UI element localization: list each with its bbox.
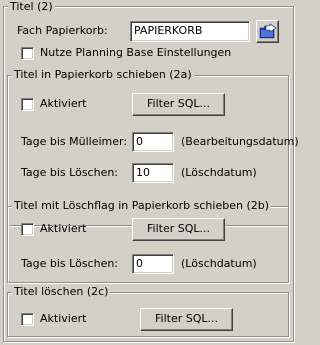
group-2a-muelleimer-input[interactable]: 0	[132, 132, 174, 152]
group-2a-loeschen-input[interactable]: 10	[132, 163, 174, 183]
group-2a-loeschen-label: Tage bis Löschen:	[21, 166, 119, 179]
group-2b-filter-sql-button[interactable]: Filter SQL...	[132, 218, 225, 241]
planning-base-checkbox[interactable]	[21, 47, 34, 60]
group-2a-loeschen-hint: (Löschdatum)	[181, 166, 257, 179]
fach-papierkorb-input[interactable]: PAPIERKORB	[130, 21, 250, 42]
group-2b-loeschen-hint: (Löschdatum)	[181, 257, 257, 270]
group-2b-title: Titel mit Löschflag in Papierkorb schieb…	[12, 199, 272, 212]
group-2a-aktiviert-checkbox[interactable]	[21, 98, 34, 111]
group-2a-muelleimer-hint: (Bearbeitungsdatum)	[181, 135, 299, 148]
outer-group-title: Titel (2)	[8, 0, 55, 13]
folder-arrow-icon	[259, 23, 277, 39]
group-2c-aktiviert-label: Aktiviert	[40, 312, 87, 325]
group-2c-title: Titel löschen (2c)	[12, 285, 111, 298]
group-2a-filter-sql-button[interactable]: Filter SQL...	[132, 93, 225, 116]
group-2a-title: Titel in Papierkorb schieben (2a)	[12, 68, 194, 81]
group-2b-aktiviert-label: Aktiviert	[40, 222, 87, 235]
planning-base-label: Nutze Planning Base Einstellungen	[40, 46, 232, 59]
group-2c-filter-sql-button[interactable]: Filter SQL...	[140, 308, 233, 331]
group-2c-aktiviert-checkbox[interactable]	[21, 313, 34, 326]
fach-papierkorb-browse-button[interactable]	[256, 20, 279, 43]
group-2b-loeschen-label: Tage bis Löschen:	[21, 257, 119, 270]
group-2a-muelleimer-label: Tage bis Mülleimer:	[21, 135, 128, 148]
fach-papierkorb-label: Fach Papierkorb:	[17, 24, 108, 37]
group-2b-aktiviert-checkbox[interactable]	[21, 223, 34, 236]
group-2b-loeschen-input[interactable]: 0	[132, 254, 174, 274]
group-2a-aktiviert-label: Aktiviert	[40, 97, 87, 110]
